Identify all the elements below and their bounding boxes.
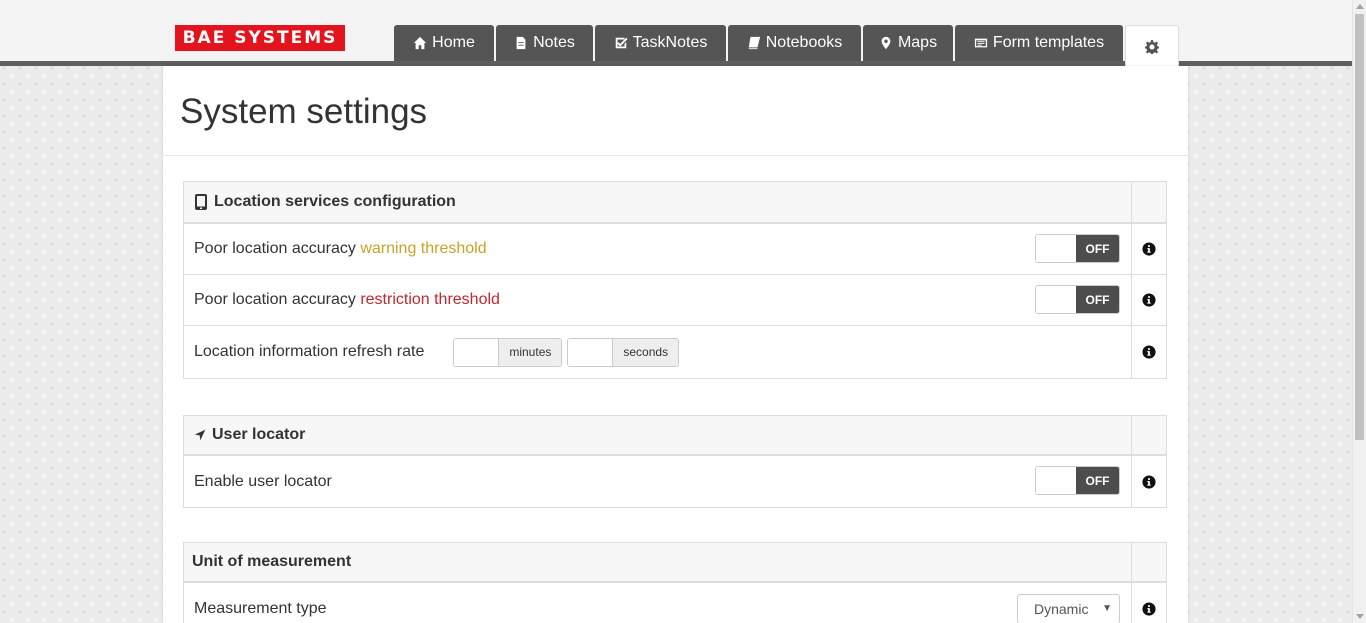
section-title: User locator	[212, 426, 306, 443]
scrollbar-thumb[interactable]	[1355, 14, 1364, 440]
measurement-type-select[interactable]: Dynamic ▼	[1017, 594, 1120, 623]
settings-panel: System settings Location services config…	[163, 66, 1188, 623]
tab-tasknotes[interactable]: TaskNotes	[595, 25, 726, 61]
row-label: Poor location accuracy	[194, 291, 361, 308]
section-title: Unit of measurement	[192, 553, 352, 570]
minutes-input[interactable]	[454, 338, 500, 366]
tab-notes[interactable]: Notes	[496, 25, 593, 61]
main-nav-tabs: Home Notes TaskNotes Notebooks Maps Form…	[394, 25, 1181, 67]
restriction-threshold-label: restriction threshold	[360, 291, 500, 308]
title-divider	[163, 155, 1188, 156]
seconds-addon: seconds	[613, 338, 679, 366]
restriction-threshold-toggle[interactable]: OFF	[1035, 285, 1120, 314]
row-label: Measurement type	[194, 599, 327, 617]
book-icon	[748, 36, 760, 50]
info-icon[interactable]	[1142, 345, 1156, 359]
refresh-rate-row: Location information refresh rate minute…	[184, 326, 1166, 378]
caret-down-icon: ▼	[1102, 603, 1112, 614]
section-title: Location services configuration	[214, 193, 456, 210]
scroll-up-icon[interactable]	[1356, 4, 1364, 9]
bae-systems-logo[interactable]: BAE SYSTEMS	[175, 25, 345, 51]
info-icon[interactable]	[1142, 601, 1156, 616]
selected-value: Dynamic	[1034, 601, 1089, 617]
user-locator-section: User locator Enable user locator OFF	[183, 415, 1167, 508]
row-label: Location information refresh rate	[194, 343, 425, 360]
home-icon	[414, 36, 427, 50]
page-title: System settings	[180, 92, 428, 131]
toggle-state: OFF	[1076, 286, 1119, 313]
toggle-state: OFF	[1076, 467, 1119, 494]
tab-notebooks-label: Notebooks	[765, 34, 843, 51]
minutes-addon: minutes	[499, 338, 562, 366]
tab-notes-label: Notes	[533, 34, 575, 51]
info-icon[interactable]	[1142, 474, 1156, 489]
seconds-input-group: seconds	[567, 337, 680, 367]
tab-notebooks[interactable]: Notebooks	[728, 25, 861, 61]
mobile-phone-icon	[195, 194, 207, 210]
tab-settings[interactable]	[1125, 25, 1179, 67]
enable-user-locator-toggle[interactable]: OFF	[1035, 466, 1120, 495]
tab-form-templates-label: Form templates	[992, 34, 1105, 51]
unit-of-measurement-section: Unit of measurement Measurement type Dyn…	[183, 542, 1167, 623]
info-icon[interactable]	[1142, 293, 1156, 307]
warning-threshold-toggle[interactable]: OFF	[1035, 234, 1120, 263]
checkbox-icon	[615, 37, 628, 49]
tab-home-label: Home	[432, 34, 475, 51]
enable-user-locator-row: Enable user locator OFF	[184, 456, 1166, 507]
seconds-input[interactable]	[568, 338, 614, 366]
tab-maps[interactable]: Maps	[863, 25, 953, 61]
section-header: Unit of measurement	[184, 543, 1166, 583]
list-icon	[974, 38, 988, 48]
tab-maps-label: Maps	[897, 34, 938, 51]
restriction-threshold-row: Poor location accuracy restriction thres…	[184, 275, 1166, 326]
refresh-rate-inputs: minutes seconds	[453, 337, 684, 367]
row-label: Poor location accuracy	[194, 240, 361, 257]
warning-threshold-row: Poor location accuracy warning threshold…	[184, 224, 1166, 275]
tab-form-templates[interactable]: Form templates	[955, 25, 1123, 61]
top-header: BAE SYSTEMS Home Notes TaskNotes Noteboo…	[0, 0, 1352, 67]
location-services-section: Location services configuration Poor loc…	[183, 181, 1167, 379]
row-label: Enable user locator	[194, 472, 332, 490]
toggle-state: OFF	[1076, 235, 1119, 262]
map-marker-icon	[881, 36, 891, 50]
tab-home[interactable]: Home	[394, 25, 494, 61]
file-icon	[516, 36, 526, 50]
gear-icon	[1145, 39, 1159, 54]
section-header: User locator	[184, 416, 1166, 456]
minutes-input-group: minutes	[453, 337, 563, 367]
warning-threshold-label: warning threshold	[360, 240, 487, 257]
scroll-down-icon[interactable]	[1356, 614, 1364, 619]
info-icon[interactable]	[1142, 242, 1156, 256]
measurement-type-row: Measurement type Dynamic ▼	[184, 583, 1166, 623]
location-arrow-icon	[194, 429, 206, 441]
tab-tasknotes-label: TaskNotes	[632, 34, 708, 51]
section-header: Location services configuration	[184, 182, 1166, 224]
vertical-scrollbar[interactable]	[1352, 0, 1366, 623]
